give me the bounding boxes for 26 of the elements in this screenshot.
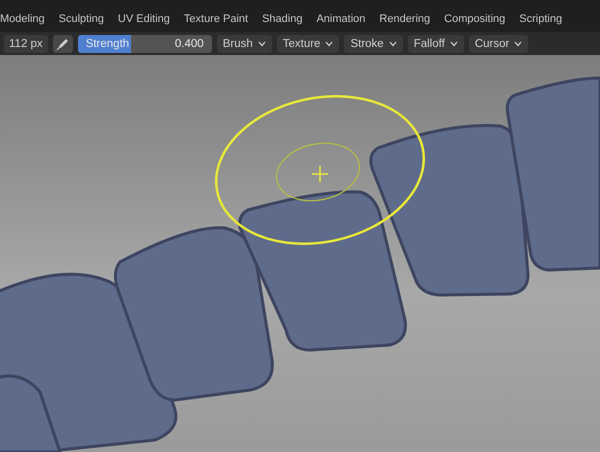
crosshair-icon (311, 165, 329, 183)
workspace-tab[interactable]: Shading (262, 11, 302, 27)
workspace-tab[interactable]: UV Editing (118, 11, 170, 27)
pressure-toggle[interactable] (52, 34, 73, 52)
workspace-tab[interactable]: Scripting (519, 11, 562, 27)
workspace-tab[interactable]: Modeling (0, 11, 45, 27)
chevron-icon (388, 40, 397, 46)
pen-icon (56, 36, 70, 50)
chevron-icon (514, 40, 522, 46)
chevron-icon (450, 40, 458, 46)
chevron-icon (258, 40, 266, 46)
slider-label: Strength (86, 38, 130, 50)
header-menu[interactable]: Stroke (344, 34, 403, 52)
header-menu[interactable]: Falloff (408, 34, 464, 52)
strength-slider[interactable]: Strength 0.400 (78, 34, 212, 52)
workspace-tab[interactable]: Rendering (379, 11, 430, 27)
header-menu[interactable]: Cursor (468, 34, 528, 52)
chevron-icon (325, 40, 334, 46)
header-menu[interactable]: Brush (216, 34, 272, 52)
workspace-tab[interactable]: Compositing (444, 11, 506, 27)
workspace-tab[interactable]: Texture Paint (184, 11, 248, 27)
radius-field[interactable]: 112 px (4, 34, 48, 52)
workspace-tab[interactable]: Sculpting (58, 11, 104, 27)
header-menu[interactable]: Texture (276, 34, 340, 52)
workspace-tab[interactable]: Animation (316, 11, 366, 27)
slider-value: 0.400 (174, 38, 204, 50)
